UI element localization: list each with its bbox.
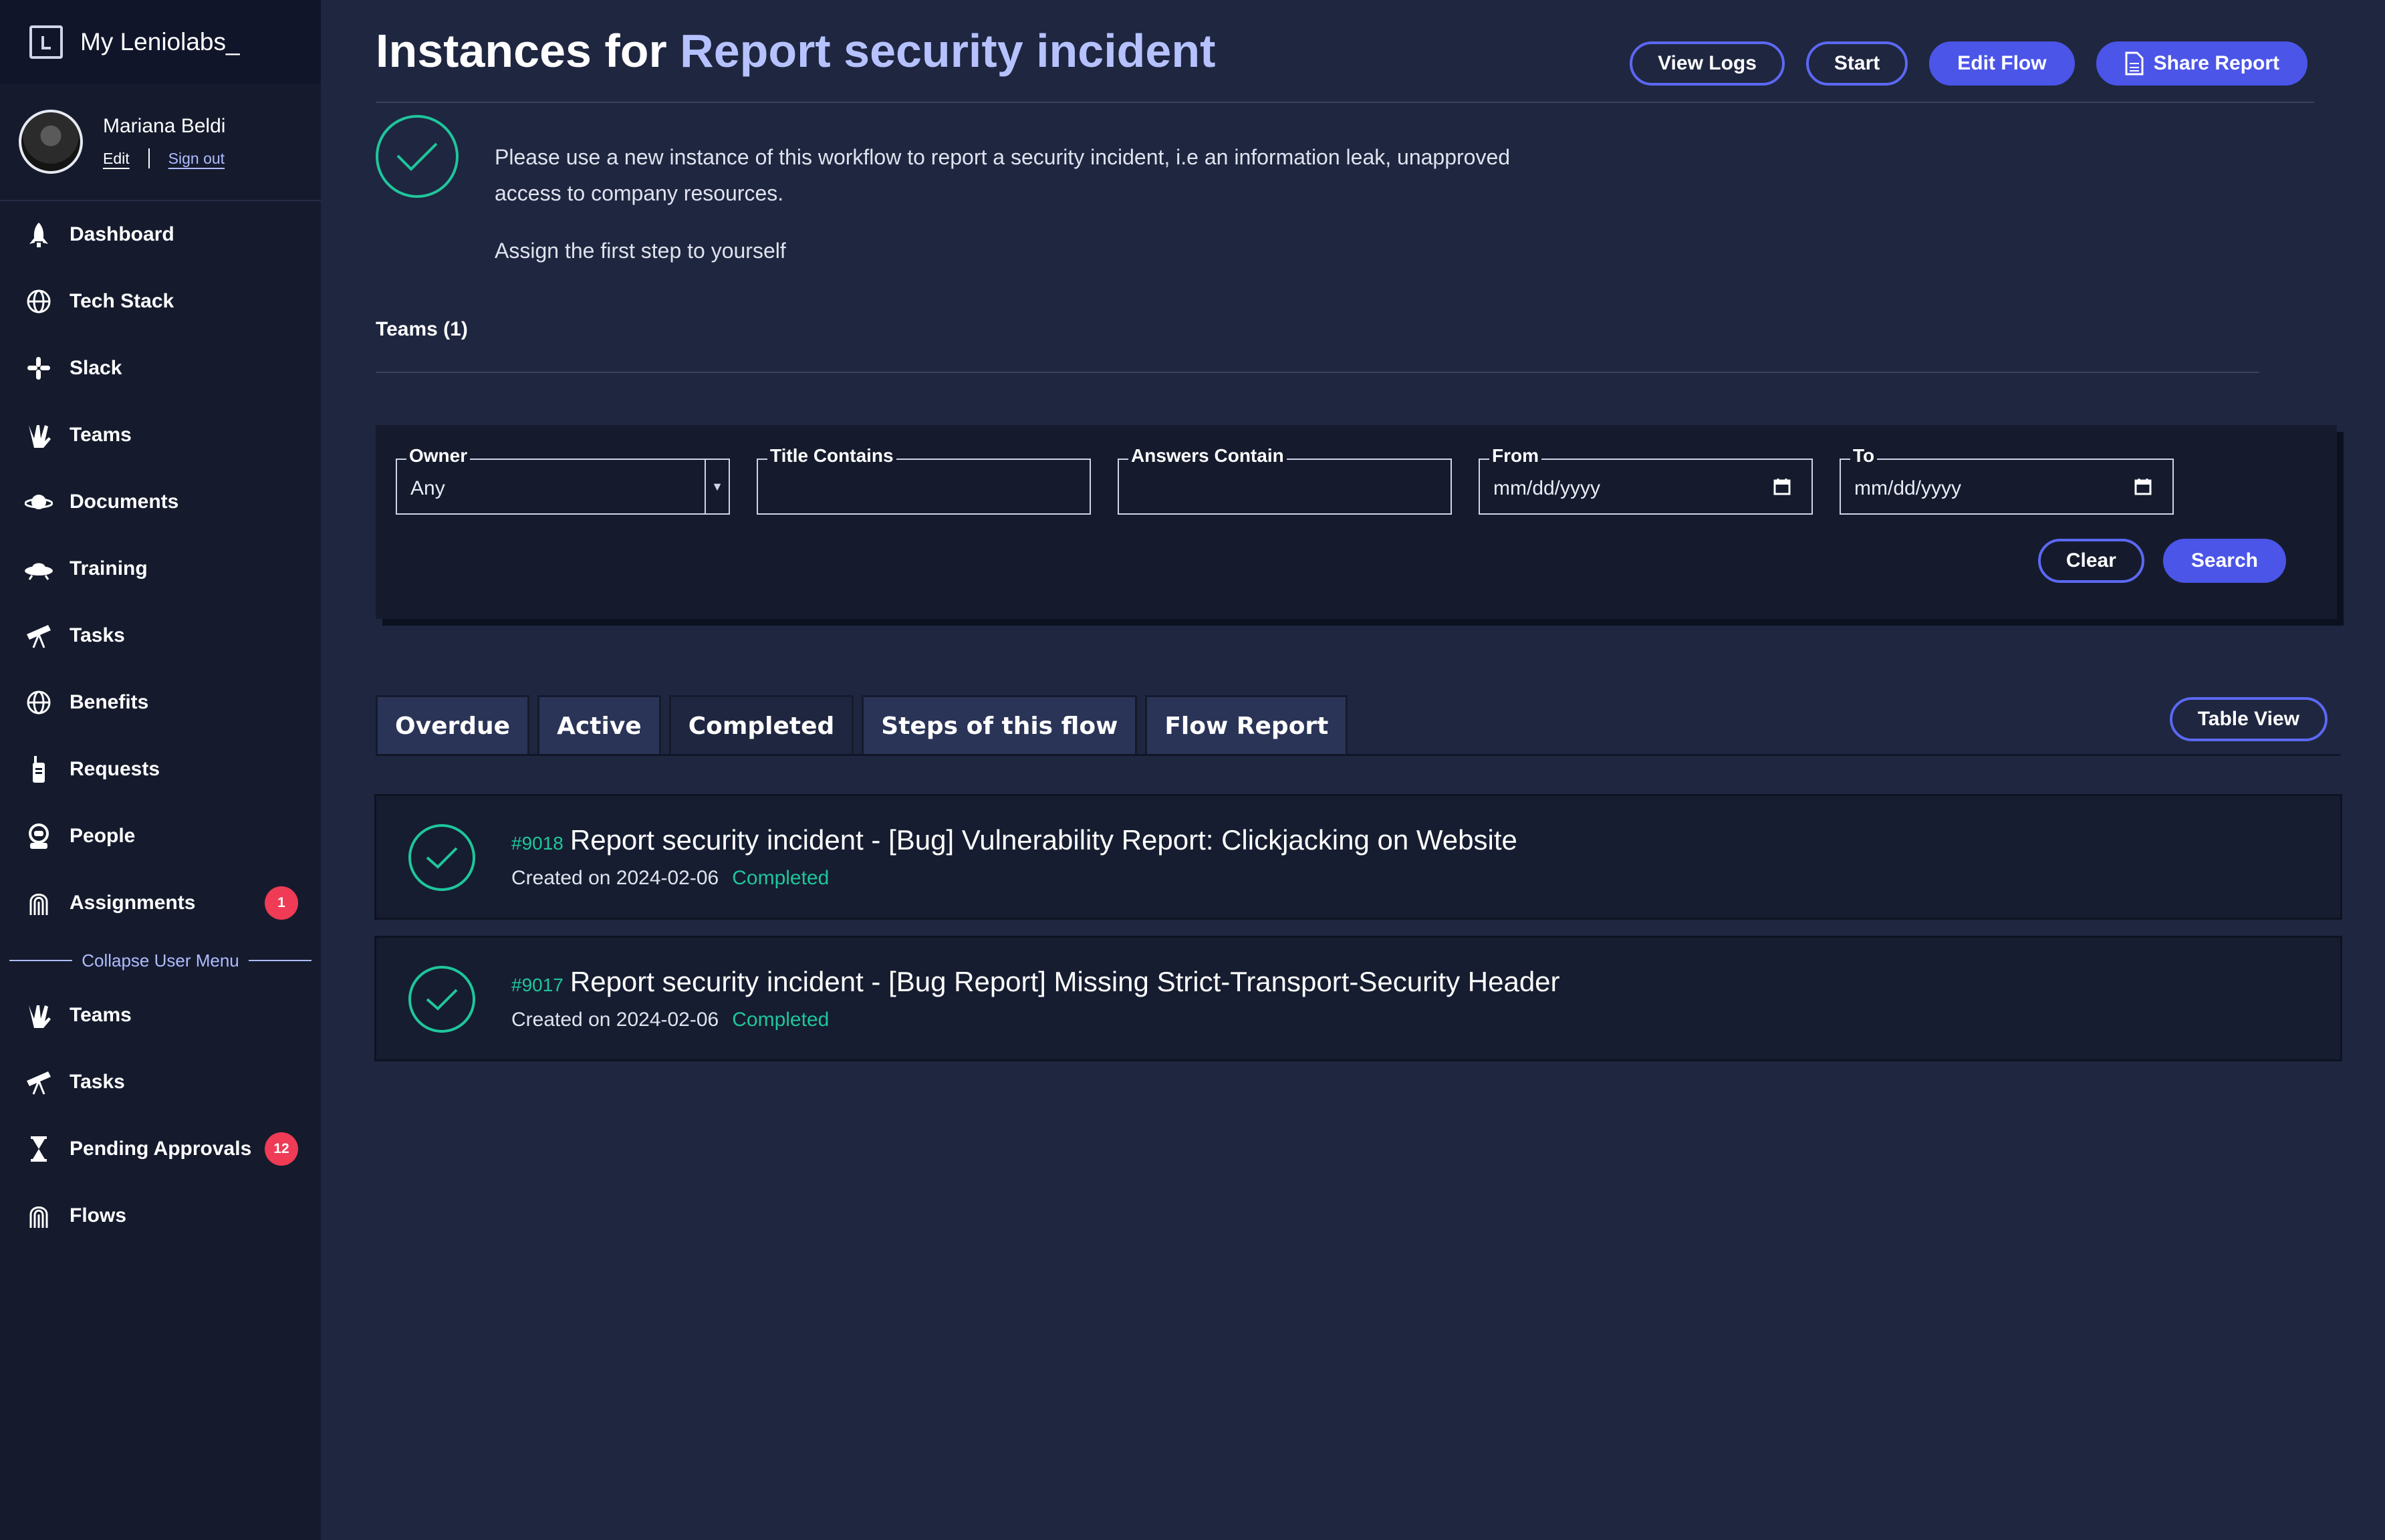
brand-logo-icon xyxy=(29,25,63,59)
divider xyxy=(376,372,2259,373)
pending-approvals-badge: 12 xyxy=(265,1132,298,1166)
sidebar-item-assignments[interactable]: Assignments 1 xyxy=(0,870,321,936)
user-name: Mariana Beldi xyxy=(103,115,226,137)
instance-title[interactable]: Report security incident - [Bug Report] … xyxy=(570,966,1560,997)
edit-profile-link[interactable]: Edit xyxy=(103,150,130,168)
fingerprint-icon xyxy=(24,888,53,918)
instance-created: Created on 2024-02-06 xyxy=(511,867,719,889)
view-logs-button[interactable]: View Logs xyxy=(1630,41,1785,86)
sidebar: My Leniolabs_ Mariana Beldi Edit Sign ou… xyxy=(0,0,321,1540)
sidebar-item-people[interactable]: People xyxy=(0,803,321,870)
calendar-icon[interactable] xyxy=(2134,477,2152,496)
tab-overdue[interactable]: Overdue xyxy=(376,695,530,755)
hourglass-icon xyxy=(24,1134,53,1164)
tab-completed[interactable]: Completed xyxy=(668,695,854,755)
header-actions: View Logs Start Edit Flow Share Report xyxy=(1630,41,2307,86)
astronaut-icon xyxy=(24,821,53,851)
instance-id: #9018 xyxy=(511,833,563,854)
caret-down-icon[interactable]: ▼ xyxy=(705,460,729,513)
assignments-badge: 1 xyxy=(265,886,298,920)
planet-icon xyxy=(24,487,53,517)
status-badge: Completed xyxy=(732,1009,830,1031)
tab-flow-report[interactable]: Flow Report xyxy=(1145,695,1348,755)
sidebar-item-pending-approvals[interactable]: Pending Approvals 12 xyxy=(0,1116,321,1182)
collapse-user-menu[interactable]: Collapse User Menu xyxy=(0,940,321,981)
document-icon xyxy=(2125,51,2144,76)
sidebar-item-documents[interactable]: Documents xyxy=(0,469,321,535)
avatar xyxy=(19,110,83,174)
sidebar-item-tasks[interactable]: Tasks xyxy=(0,602,321,669)
description-instruction: Assign the first step to yourself xyxy=(495,239,786,263)
sidebar-item-admin-teams[interactable]: Teams xyxy=(0,982,321,1049)
to-date-input[interactable]: To mm/dd/yyyy xyxy=(1840,445,2174,515)
flow-name: Report security incident xyxy=(680,25,1216,77)
telescope-icon xyxy=(24,621,53,650)
share-report-button[interactable]: Share Report xyxy=(2096,41,2307,86)
instance-tabs: Overdue Active Completed Steps of this f… xyxy=(376,695,1348,755)
sidebar-item-teams[interactable]: Teams xyxy=(0,402,321,469)
slack-icon xyxy=(24,354,53,383)
sidebar-item-requests[interactable]: Requests xyxy=(0,736,321,803)
main-content: Instances for Report security incident V… xyxy=(321,0,2385,1540)
instance-title[interactable]: Report security incident - [Bug] Vulnera… xyxy=(570,824,1517,856)
start-button[interactable]: Start xyxy=(1805,41,1908,86)
sidebar-item-slack[interactable]: Slack xyxy=(0,335,321,402)
clear-button[interactable]: Clear xyxy=(2037,539,2144,583)
answers-contain-input[interactable]: Answers Contain xyxy=(1118,445,1452,515)
check-circle-icon xyxy=(408,966,475,1033)
sign-out-link[interactable]: Sign out xyxy=(168,150,225,168)
edit-flow-button[interactable]: Edit Flow xyxy=(1929,41,2075,86)
user-nav: Dashboard Tech Stack Slack Teams Documen… xyxy=(0,201,321,936)
owner-select[interactable]: Owner Any ▼ xyxy=(396,445,730,515)
calendar-icon[interactable] xyxy=(1773,477,1791,496)
walkie-talkie-icon xyxy=(24,755,53,784)
filter-panel: Owner Any ▼ Title Contains Answers Conta… xyxy=(376,425,2337,619)
check-circle-icon xyxy=(376,115,459,198)
status-badge: Completed xyxy=(732,867,830,889)
from-date-input[interactable]: From mm/dd/yyyy xyxy=(1479,445,1813,515)
rocket-icon xyxy=(24,220,53,249)
divider xyxy=(148,148,150,168)
tab-steps-of-this-flow[interactable]: Steps of this flow xyxy=(862,695,1138,755)
user-panel: Mariana Beldi Edit Sign out xyxy=(0,84,321,201)
ufo-icon xyxy=(24,554,53,584)
vulcan-hand-icon xyxy=(24,1001,53,1030)
divider xyxy=(376,754,2341,756)
title-contains-input[interactable]: Title Contains xyxy=(757,445,1091,515)
check-circle-icon xyxy=(408,824,475,891)
sidebar-item-tech-stack[interactable]: Tech Stack xyxy=(0,268,321,335)
globe-icon xyxy=(24,688,53,717)
sidebar-item-flows[interactable]: Flows xyxy=(0,1182,321,1249)
brand[interactable]: My Leniolabs_ xyxy=(0,0,321,84)
instance-created: Created on 2024-02-06 xyxy=(511,1009,719,1031)
table-view-button[interactable]: Table View xyxy=(2169,697,2328,741)
vulcan-hand-icon xyxy=(24,420,53,450)
page-title: Instances for Report security incident xyxy=(376,25,1216,77)
telescope-icon xyxy=(24,1067,53,1097)
list-item[interactable]: #9018 Report security incident - [Bug] Vu… xyxy=(374,794,2342,920)
sidebar-item-dashboard[interactable]: Dashboard xyxy=(0,201,321,268)
description-text: Please use a new instance of this workfl… xyxy=(495,145,1511,205)
sidebar-item-training[interactable]: Training xyxy=(0,535,321,602)
tab-active[interactable]: Active xyxy=(537,695,661,755)
admin-nav: Teams Tasks Pending Approvals 12 Flows xyxy=(0,982,321,1249)
search-button[interactable]: Search xyxy=(2162,539,2286,583)
brand-name: My Leniolabs_ xyxy=(80,27,240,55)
page-header: Instances for Report security incident V… xyxy=(376,0,2314,103)
teams-count[interactable]: Teams (1) xyxy=(376,318,468,341)
globe-icon xyxy=(24,287,53,316)
sidebar-item-admin-tasks[interactable]: Tasks xyxy=(0,1049,321,1116)
sidebar-item-benefits[interactable]: Benefits xyxy=(0,669,321,736)
list-item[interactable]: #9017 Report security incident - [Bug Rep… xyxy=(374,936,2342,1061)
instance-id: #9017 xyxy=(511,975,563,995)
fingerprint-icon xyxy=(24,1201,53,1231)
